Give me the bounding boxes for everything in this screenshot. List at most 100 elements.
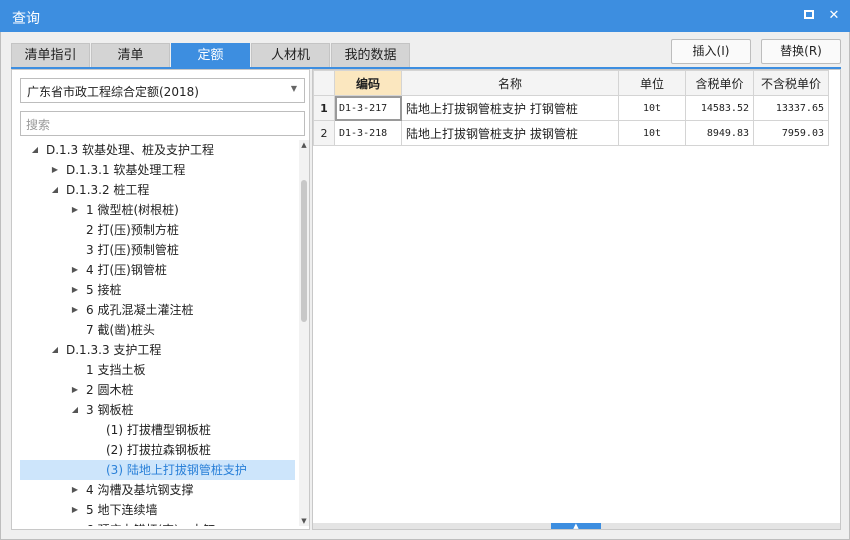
tree-scrollbar[interactable]: ▲ ▼ — [299, 140, 309, 526]
cell-code[interactable]: D1-3-218 — [334, 120, 402, 146]
maximize-button[interactable] — [799, 6, 819, 26]
tab-bill[interactable]: 清单 — [91, 43, 170, 68]
tree-item[interactable]: 3 打(压)预制管桩 — [20, 240, 295, 260]
dataset-select-value: 广东省市政工程综合定额(2018) — [27, 85, 199, 99]
cell-code[interactable]: D1-3-217 — [334, 95, 402, 121]
tree-item[interactable]: ▶ D.1.3.1 软基处理工程 — [20, 160, 295, 180]
tree-item[interactable]: (1) 打拔槽型钢板桩 — [20, 420, 295, 440]
cell-price-notax[interactable]: 13337.65 — [753, 95, 829, 121]
grid-splitter[interactable]: ▲ — [313, 523, 840, 530]
tree-item-label: D.1.3.1 软基处理工程 — [66, 163, 186, 177]
title-bar: 查询 ✕ — [0, 0, 850, 32]
right-panel: 编码 名称 单位 含税单价 不含税单价 1 D1-3-217 陆地上打拔钢管桩支… — [312, 69, 841, 530]
tree-item-label: (1) 打拔槽型钢板桩 — [106, 423, 211, 437]
dialog-body: 清单指引 清单 定额 人材机 我的数据 插入(I) 替换(R) 广东省市政工程综… — [0, 32, 850, 540]
tree-item-label: 6 预应力锚杆(索)、土钉 — [86, 520, 215, 526]
tree-collapsed-icon[interactable]: ▶ — [70, 480, 80, 500]
tree-expanded-icon[interactable]: ◢ — [50, 180, 60, 200]
cell-name[interactable]: 陆地上打拔钢管桩支护 拔钢管桩 — [401, 120, 619, 146]
window-title: 查询 — [12, 11, 40, 27]
scrollbar-thumb[interactable] — [301, 180, 307, 322]
tree-expanded-icon[interactable]: ◢ — [50, 340, 60, 360]
tab-labor-material-machine[interactable]: 人材机 — [251, 43, 330, 68]
row-number: 1 — [313, 95, 335, 121]
tree-collapsed-icon[interactable]: ▶ — [70, 280, 80, 300]
tree-item-label: 4 打(压)钢管桩 — [86, 263, 167, 277]
scroll-up-icon[interactable]: ▲ — [299, 140, 309, 150]
tree-item[interactable]: ▶ 5 地下连续墙 — [20, 500, 295, 520]
column-header-price-tax[interactable]: 含税单价 — [685, 70, 754, 96]
tab-bill-guide[interactable]: 清单指引 — [11, 43, 90, 68]
tree-item-label: 6 成孔混凝土灌注桩 — [86, 303, 194, 317]
tree-item-label: 2 打(压)预制方桩 — [86, 223, 179, 237]
tree-item[interactable]: ▶ 6 预应力锚杆(索)、土钉 — [20, 520, 295, 526]
tree-item-label: 5 地下连续墙 — [86, 503, 158, 517]
column-header-name[interactable]: 名称 — [401, 70, 619, 96]
tree-item[interactable]: 1 支挡土板 — [20, 360, 295, 380]
tree-item[interactable]: ◢ D.1.3.3 支护工程 — [20, 340, 295, 360]
tree-expanded-icon[interactable]: ◢ — [70, 400, 80, 420]
tree-item[interactable]: ▶ 4 打(压)钢管桩 — [20, 260, 295, 280]
column-header-price-notax[interactable]: 不含税单价 — [753, 70, 829, 96]
tree-item-label: (2) 打拔拉森钢板桩 — [106, 443, 211, 457]
left-panel: 广东省市政工程综合定额(2018) ▼ 搜索 ◢ D.1.3 软基处理、桩及支护工… — [11, 69, 310, 530]
tree-collapsed-icon[interactable]: ▶ — [70, 380, 80, 400]
cell-price-tax[interactable]: 14583.52 — [685, 95, 754, 121]
splitter-grip-icon[interactable]: ▲ — [551, 523, 601, 530]
insert-button[interactable]: 插入(I) — [671, 39, 751, 64]
row-number: 2 — [313, 120, 335, 146]
tree-collapsed-icon[interactable]: ▶ — [70, 520, 80, 526]
tree-collapsed-icon[interactable]: ▶ — [70, 500, 80, 520]
table-row[interactable]: 2 D1-3-218 陆地上打拔钢管桩支护 拔钢管桩 10t 8949.83 7… — [313, 120, 829, 146]
grid-header-row: 编码 名称 单位 含税单价 不含税单价 — [313, 70, 829, 96]
tree-item[interactable]: (2) 打拔拉森钢板桩 — [20, 440, 295, 460]
tab-my-data[interactable]: 我的数据 — [331, 43, 410, 68]
column-header-unit[interactable]: 单位 — [618, 70, 686, 96]
quota-tree: ◢ D.1.3 软基处理、桩及支护工程 ▶ D.1.3.1 软基处理工程 ◢ D.1.3.… — [12, 140, 297, 526]
cell-unit[interactable]: 10t — [618, 120, 686, 146]
cell-unit[interactable]: 10t — [618, 95, 686, 121]
tree-item[interactable]: 7 截(凿)桩头 — [20, 320, 295, 340]
tree-item[interactable]: ▶ 6 成孔混凝土灌注桩 — [20, 300, 295, 320]
tree-expanded-icon[interactable]: ◢ — [30, 140, 40, 160]
tree-item[interactable]: ◢ D.1.3 软基处理、桩及支护工程 — [20, 140, 295, 160]
tree-item-label: 3 钢板桩 — [86, 403, 134, 417]
tree-item[interactable]: 2 打(压)预制方桩 — [20, 220, 295, 240]
tree-item-label: 7 截(凿)桩头 — [86, 323, 155, 337]
replace-button[interactable]: 替换(R) — [761, 39, 841, 64]
dataset-select[interactable]: 广东省市政工程综合定额(2018) ▼ — [20, 78, 305, 103]
table-row[interactable]: 1 D1-3-217 陆地上打拔钢管桩支护 打钢管桩 10t 14583.52 … — [313, 95, 829, 121]
tree-item[interactable]: (3) 陆地上打拔钢管桩支护 — [20, 460, 295, 480]
cell-price-tax[interactable]: 8949.83 — [685, 120, 754, 146]
tree-collapsed-icon[interactable]: ▶ — [70, 260, 80, 280]
tree-item-label: 1 微型桩(树根桩) — [86, 203, 179, 217]
cell-name[interactable]: 陆地上打拔钢管桩支护 打钢管桩 — [401, 95, 619, 121]
tree-item[interactable]: ◢ D.1.3.2 桩工程 — [20, 180, 295, 200]
tree-item[interactable]: ▶ 5 接桩 — [20, 280, 295, 300]
tree-item[interactable]: ▶ 1 微型桩(树根桩) — [20, 200, 295, 220]
tree-item-label: 1 支挡土板 — [86, 363, 146, 377]
tree-item-label: 2 圆木桩 — [86, 383, 134, 397]
row-number-header — [313, 70, 335, 96]
cell-price-notax[interactable]: 7959.03 — [753, 120, 829, 146]
tab-quota[interactable]: 定额 — [171, 43, 250, 68]
scroll-down-icon[interactable]: ▼ — [299, 516, 309, 526]
close-button[interactable]: ✕ — [824, 6, 844, 26]
maximize-icon — [804, 10, 814, 19]
tree-item-label: 3 打(压)预制管桩 — [86, 243, 179, 257]
tree-item[interactable]: ▶ 2 圆木桩 — [20, 380, 295, 400]
close-icon: ✕ — [828, 8, 840, 23]
tree-collapsed-icon[interactable]: ▶ — [70, 300, 80, 320]
chevron-down-icon[interactable]: ▼ — [291, 84, 297, 93]
tree-item[interactable]: ▶ 4 沟槽及基坑钢支撑 — [20, 480, 295, 500]
search-input[interactable]: 搜索 — [20, 111, 305, 136]
tree-item[interactable]: ◢ 3 钢板桩 — [20, 400, 295, 420]
column-header-code[interactable]: 编码 — [334, 70, 402, 96]
tree-item-label: D.1.3.3 支护工程 — [66, 343, 162, 357]
tree-item-label: 5 接桩 — [86, 283, 122, 297]
tree-item-label: D.1.3 软基处理、桩及支护工程 — [46, 143, 214, 157]
quota-grid: 编码 名称 单位 含税单价 不含税单价 1 D1-3-217 陆地上打拔钢管桩支… — [313, 70, 829, 146]
tree-collapsed-icon[interactable]: ▶ — [70, 200, 80, 220]
tree-collapsed-icon[interactable]: ▶ — [50, 160, 60, 180]
tree-item-label: D.1.3.2 桩工程 — [66, 183, 150, 197]
